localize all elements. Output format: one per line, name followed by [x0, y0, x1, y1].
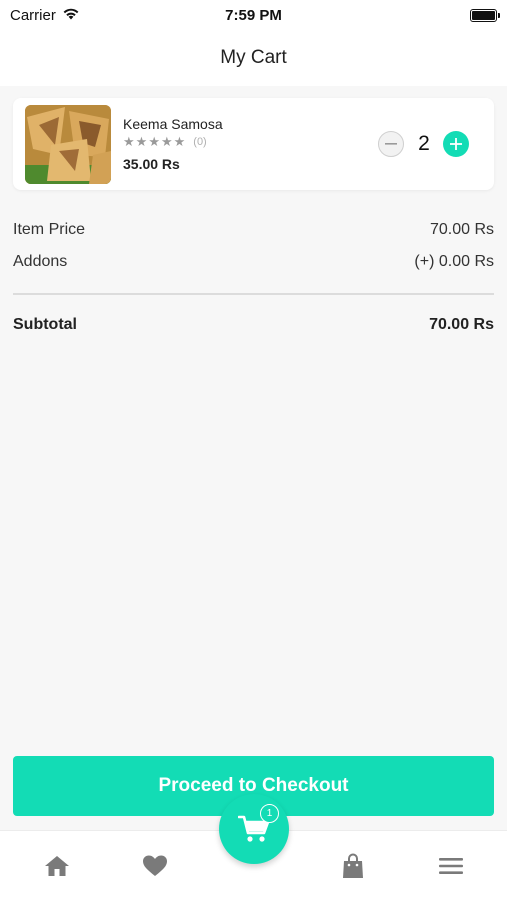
item-price-value: 70.00 Rs [429, 221, 494, 238]
addons-label: Addons [13, 253, 68, 270]
divider [13, 293, 494, 295]
plus-icon [450, 138, 462, 150]
tab-favorites[interactable] [140, 851, 170, 881]
tab-orders[interactable] [338, 851, 368, 881]
item-price: 35.00 Rs [123, 156, 180, 172]
addons-value: (+) 0.00 Rs [414, 253, 494, 270]
rating-count: (0) [193, 135, 207, 148]
nav-header: My Cart [0, 30, 507, 86]
item-price-row: Item Price 70.00 Rs [13, 221, 494, 239]
increase-quantity-button[interactable] [443, 131, 469, 157]
addons-row: Addons (+) 0.00 Rs [13, 253, 494, 271]
star-icon: ★ [135, 134, 148, 149]
subtotal-row: Subtotal 70.00 Rs [13, 316, 494, 334]
bag-icon [343, 853, 363, 878]
page-title: My Cart [220, 47, 287, 68]
star-icon: ★ [160, 134, 173, 149]
status-bar: Carrier 7:59 PM [0, 0, 507, 30]
heart-icon [143, 855, 167, 876]
cart-item-card: Keema Samosa ★ ★ ★ ★ ★ (0) 35.00 Rs 2 [13, 98, 494, 190]
wifi-icon [62, 6, 80, 24]
carrier-label: Carrier [10, 6, 56, 24]
star-icon: ★ [123, 134, 135, 149]
cart-count-badge: 1 [260, 804, 279, 823]
tab-menu[interactable] [436, 851, 466, 881]
item-name: Keema Samosa [123, 116, 223, 132]
subtotal-label: Subtotal [13, 316, 77, 333]
quantity-value: 2 [418, 132, 430, 155]
decrease-quantity-button[interactable] [378, 131, 404, 157]
star-icon: ★ [148, 134, 160, 149]
minus-icon [385, 143, 397, 145]
cart-tab-button[interactable]: 1 [219, 794, 289, 864]
tab-home[interactable] [42, 851, 72, 881]
item-rating: ★ ★ ★ ★ ★ (0) [123, 135, 207, 148]
battery-icon [470, 8, 500, 22]
item-image [25, 105, 111, 184]
status-left: Carrier [10, 6, 80, 24]
menu-icon [439, 858, 463, 874]
subtotal-value: 70.00 Rs [429, 316, 494, 333]
home-icon [45, 856, 69, 876]
item-price-label: Item Price [13, 221, 86, 238]
star-icon: ★ [173, 134, 186, 149]
